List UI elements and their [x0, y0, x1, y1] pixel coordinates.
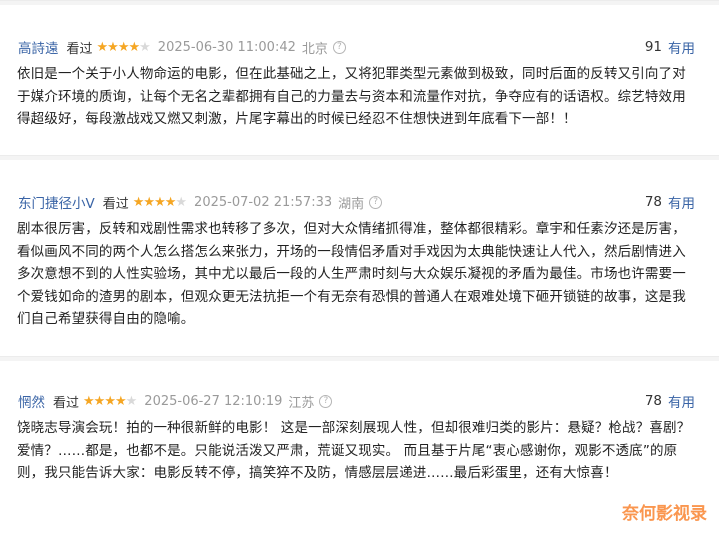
watermark-logo: 奈何影视录 — [622, 504, 707, 524]
review-date: 2025-06-27 12:10:19 — [144, 393, 283, 409]
review-location: 江苏 — [288, 395, 315, 411]
vote-area: 91 有用 — [645, 36, 695, 58]
info-circle-icon[interactable]: ? — [332, 40, 346, 54]
rating-stars: ★ ★ ★ ★ ★ — [132, 194, 187, 210]
review-header: 东门捷径小V 看过 ★ ★ ★ ★ ★ 2025-07-02 21:57:33 湖南 ? — [18, 191, 383, 213]
star-icon: ★ — [143, 194, 155, 210]
vote-count: 78 — [644, 194, 662, 210]
star-icon: ★ — [175, 194, 187, 210]
review-date: 2025-06-30 11:00:42 — [157, 39, 296, 55]
star-icon: ★ — [128, 39, 140, 55]
vote-count: 91 — [644, 39, 662, 55]
watch-status: 看过 — [53, 395, 80, 411]
watch-status: 看过 — [102, 196, 129, 212]
review-header: 惘然 看过 ★ ★ ★ ★ ★ 2025-06-27 12:10:19 江苏 ? — [18, 390, 333, 412]
review-divider — [0, 155, 719, 160]
top-divider — [0, 0, 719, 5]
star-icon: ★ — [83, 393, 95, 409]
info-circle-icon[interactable]: ? — [369, 195, 383, 209]
star-icon: ★ — [125, 393, 138, 409]
rating-stars: ★ ★ ★ ★ ★ — [96, 39, 151, 55]
review-divider — [0, 356, 719, 361]
star-icon: ★ — [96, 39, 109, 55]
rating-stars: ★ ★ ★ ★ ★ — [83, 393, 138, 409]
star-icon: ★ — [93, 393, 106, 409]
review-username[interactable]: 惘然 — [18, 391, 45, 411]
review-username[interactable]: 东门捷径小V — [18, 192, 95, 212]
review-text: 剧本很厉害，反转和戏剧性需求也转移了多次，但对大众情绪抓得准，整体都很精彩。章宇… — [17, 221, 686, 327]
star-icon: ★ — [107, 39, 119, 55]
review-text: 依旧是一个关于小人物命运的电影，但在此基础之上，又将犯罪类型元素做到极致，同时后… — [17, 66, 686, 127]
vote-area: 78 有用 — [645, 390, 695, 412]
review-list-page: { "reviews": [ { "user": "高詩遠", "status"… — [0, 0, 719, 534]
review-header: 高詩遠 看过 ★ ★ ★ ★ ★ 2025-06-30 11:00:42 北京 ? — [18, 36, 346, 58]
star-icon: ★ — [132, 194, 145, 210]
review-location: 北京 — [301, 41, 328, 57]
review-text: 饶晓志导演会玩！拍的一种很新鲜的电影！ 这是一部深刻展现人性，但却很难归类的影片… — [17, 420, 691, 481]
useful-button[interactable]: 有用 — [668, 37, 695, 57]
review-username[interactable]: 高詩遠 — [18, 37, 59, 57]
vote-area: 78 有用 — [645, 191, 695, 213]
watch-status: 看过 — [66, 41, 93, 57]
star-icon: ★ — [139, 39, 151, 55]
useful-button[interactable]: 有用 — [668, 192, 695, 212]
star-icon: ★ — [114, 393, 127, 409]
vote-count: 78 — [644, 393, 662, 409]
review-location: 湖南 — [338, 196, 365, 212]
review-date: 2025-07-02 21:57:33 — [194, 194, 333, 210]
star-icon: ★ — [164, 194, 177, 210]
star-icon: ★ — [104, 393, 116, 409]
useful-button[interactable]: 有用 — [668, 391, 695, 411]
star-icon: ★ — [117, 39, 130, 55]
star-icon: ★ — [154, 194, 166, 210]
info-circle-icon[interactable]: ? — [319, 394, 333, 408]
